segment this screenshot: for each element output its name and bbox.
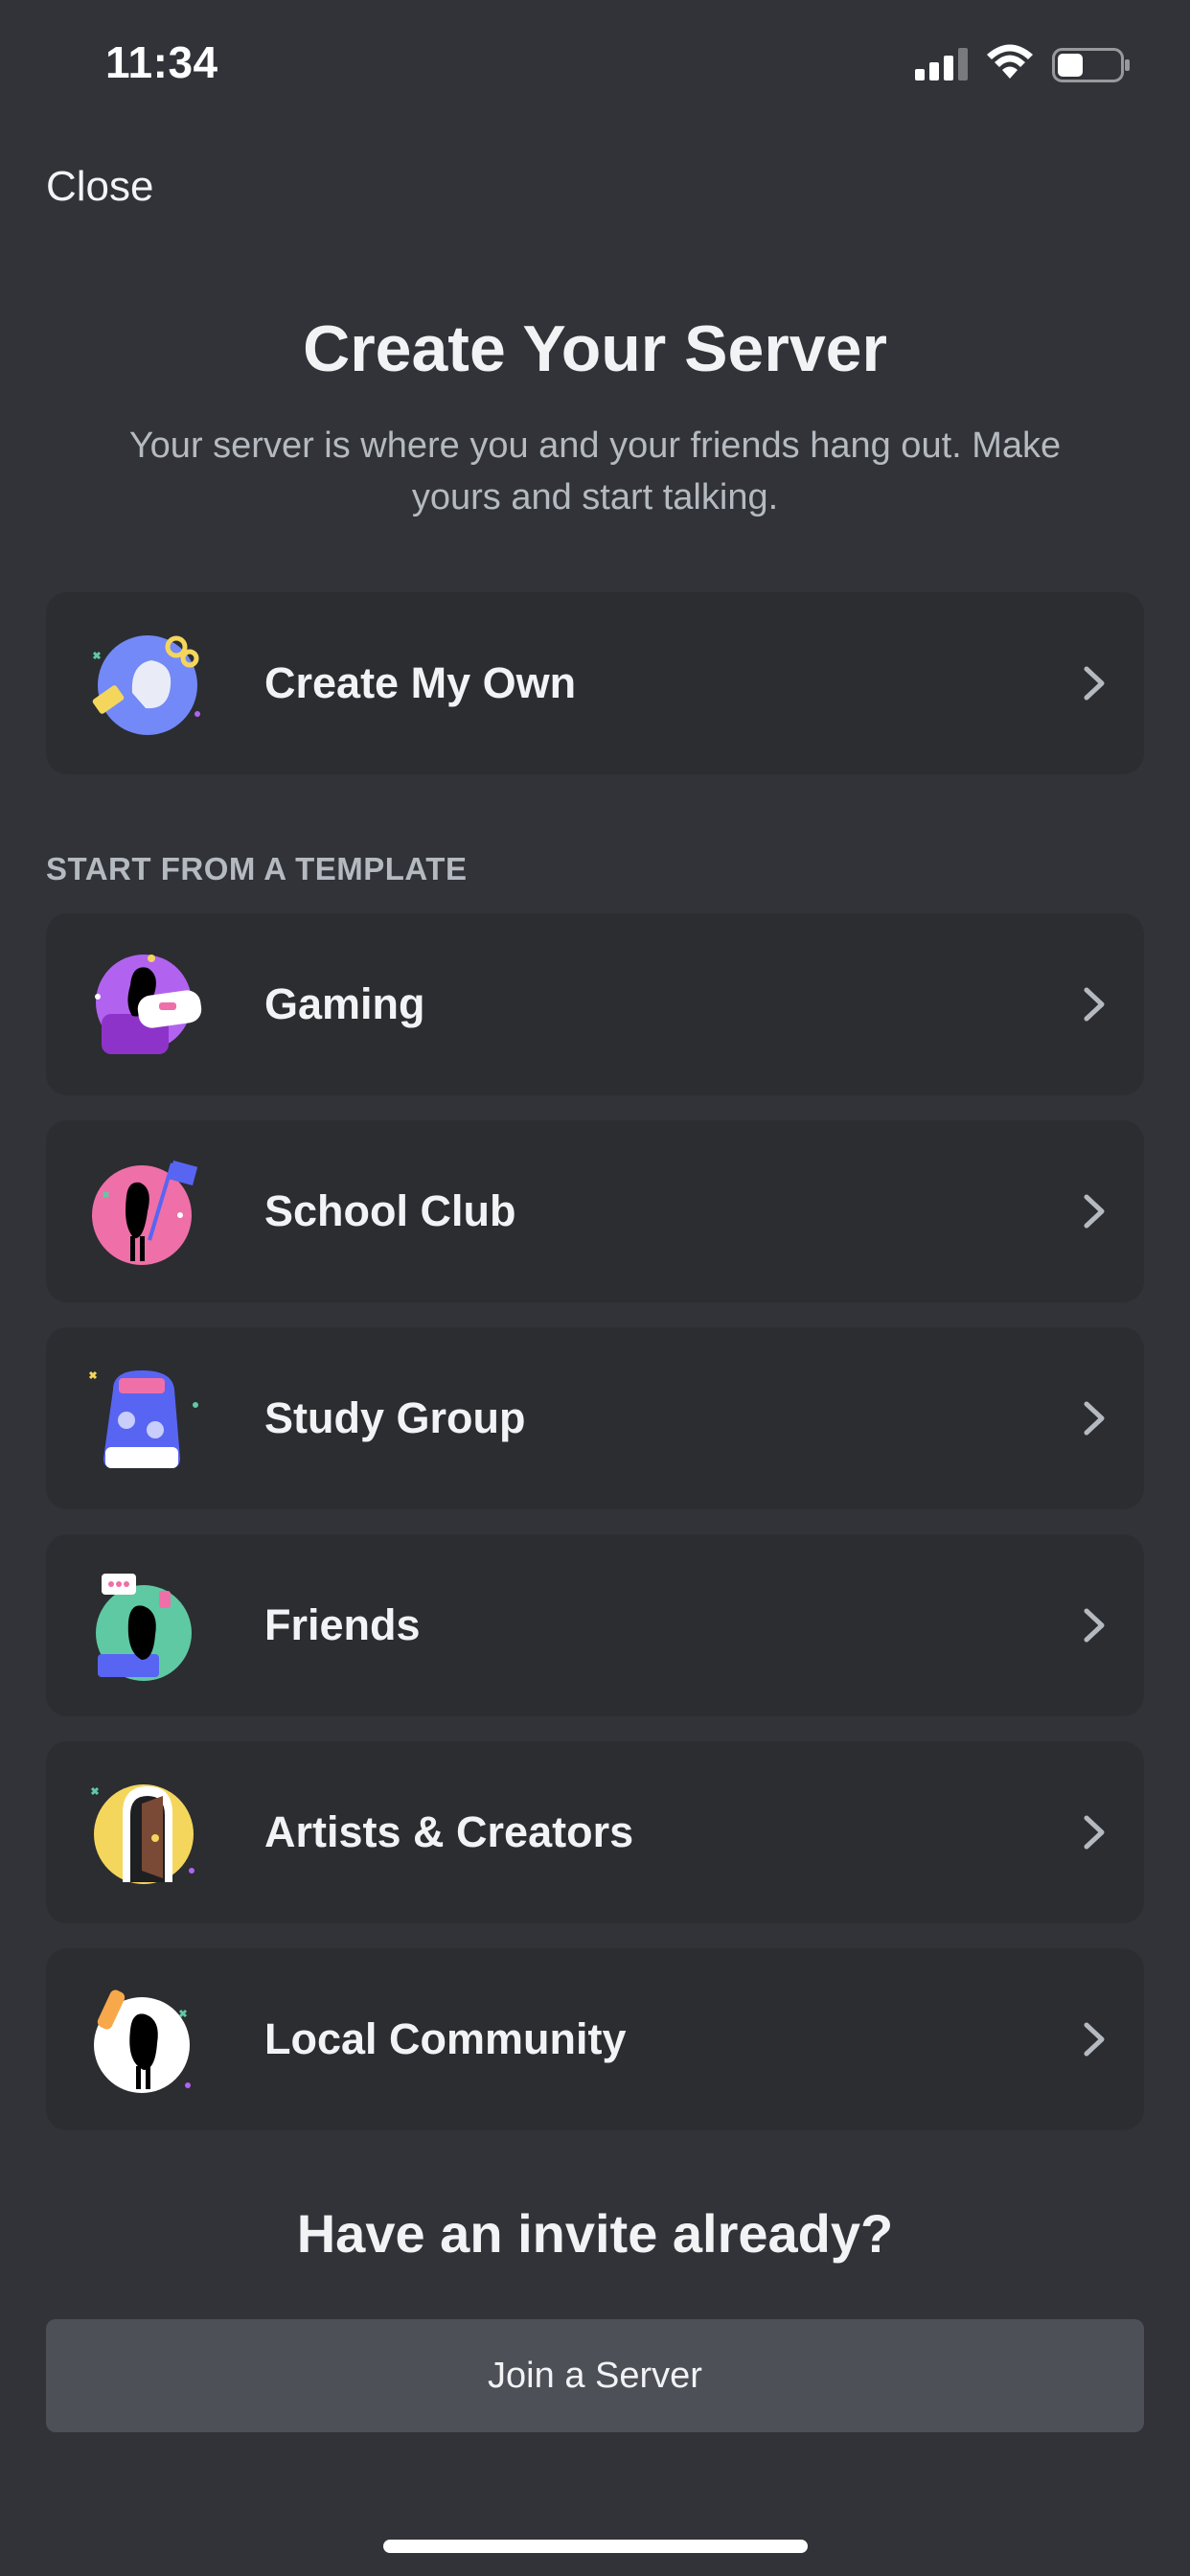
- template-section-header: START FROM A TEMPLATE: [46, 851, 468, 886]
- school-club-illustration-icon: [92, 1160, 198, 1265]
- page-subtitle: Your server is where you and your friend…: [128, 426, 1062, 518]
- create-my-own-button[interactable]: Create My Own: [46, 592, 1144, 774]
- invite-heading: Have an invite already?: [296, 2203, 894, 2264]
- wifi-icon: [987, 44, 1033, 79]
- template-label: Study Group: [264, 1393, 526, 1442]
- template-label: School Club: [264, 1186, 516, 1235]
- template-local-community-button[interactable]: Local Community: [46, 1948, 1144, 2130]
- friends-illustration-icon: [96, 1574, 192, 1681]
- status-bar: 11:34: [0, 0, 1190, 134]
- gaming-illustration-icon: [95, 954, 202, 1054]
- chevron-right-icon: [1084, 1815, 1105, 1850]
- template-label: Friends: [264, 1600, 421, 1649]
- status-time: 11:34: [105, 37, 218, 87]
- create-server-illustration-icon: [92, 635, 200, 735]
- template-label: Local Community: [264, 2014, 627, 2063]
- template-study-group-button[interactable]: Study Group: [46, 1327, 1144, 1509]
- battery-icon: [1052, 48, 1130, 82]
- chevron-right-icon: [1084, 1608, 1105, 1643]
- chevron-right-icon: [1084, 2022, 1105, 2057]
- chevron-right-icon: [1084, 666, 1105, 701]
- home-indicator[interactable]: [383, 2540, 808, 2553]
- join-server-button[interactable]: Join a Server: [46, 2319, 1144, 2432]
- study-group-illustration-icon: [88, 1370, 198, 1468]
- close-button[interactable]: Close: [46, 163, 154, 211]
- chevron-right-icon: [1084, 1194, 1105, 1229]
- page-title: Create Your Server: [303, 312, 887, 385]
- artists-creators-illustration-icon: [90, 1784, 195, 1884]
- local-community-illustration-icon: [94, 1990, 191, 2093]
- template-label: Gaming: [264, 979, 425, 1028]
- chevron-right-icon: [1084, 987, 1105, 1022]
- chevron-right-icon: [1084, 1401, 1105, 1436]
- template-gaming-button[interactable]: Gaming: [46, 913, 1144, 1095]
- template-friends-button[interactable]: Friends: [46, 1534, 1144, 1716]
- template-school-club-button[interactable]: School Club: [46, 1120, 1144, 1302]
- cellular-signal-icon: [915, 48, 968, 80]
- template-label: Artists & Creators: [264, 1807, 634, 1856]
- create-my-own-label: Create My Own: [264, 658, 577, 707]
- template-artists-creators-button[interactable]: Artists & Creators: [46, 1741, 1144, 1923]
